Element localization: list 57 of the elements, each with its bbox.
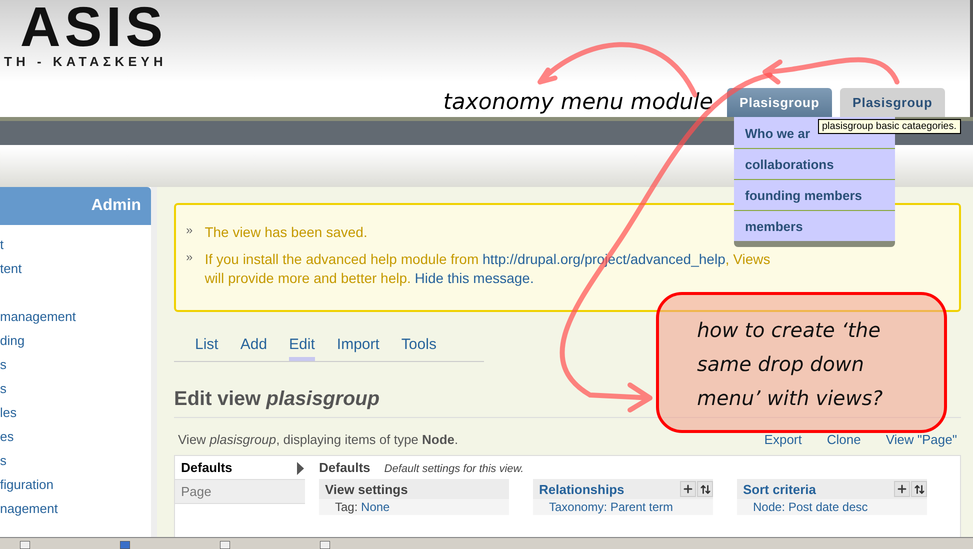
plus-icon: [896, 483, 908, 495]
action-link[interactable]: View "Page": [886, 432, 957, 447]
message-link[interactable]: Hide this message.: [414, 270, 534, 286]
up-down-arrows-icon: [914, 484, 924, 494]
sidebar-link[interactable]: management: [0, 305, 151, 329]
section-title: Relationships: [539, 482, 624, 496]
setting-link[interactable]: Taxonomy: Parent term: [549, 500, 674, 514]
sidebar-link[interactable]: es: [0, 425, 151, 449]
action-link[interactable]: Clone: [826, 432, 861, 447]
dropdown-item[interactable]: founding members: [734, 179, 895, 210]
bullet: »: [186, 223, 193, 239]
add-button[interactable]: [894, 481, 910, 497]
sidebar-link[interactable]: ding: [0, 329, 151, 353]
tab[interactable]: Import: [336, 336, 380, 361]
sidebar-link[interactable]: s: [0, 449, 151, 473]
section-title: View settings: [325, 482, 408, 496]
tab[interactable]: Add: [240, 336, 268, 361]
rearrange-button[interactable]: [911, 481, 927, 497]
tooltip: plasisgroup basic cataegories.: [818, 119, 961, 134]
action-link[interactable]: Export: [764, 432, 802, 447]
display-heading: Defaults: [319, 460, 370, 475]
view-summary: View plasisgroup, displaying items of type Node.: [178, 432, 458, 447]
display-tab[interactable]: Page: [175, 480, 305, 504]
setting-link[interactable]: Node: Post date desc: [753, 500, 868, 514]
handwritten-note: taxonomy menu module: [443, 90, 713, 115]
plus-icon: [682, 483, 694, 495]
menu-tab[interactable]: Plasisgroup: [727, 88, 832, 117]
taskbar-icon[interactable]: [320, 541, 330, 549]
add-button[interactable]: [680, 481, 696, 497]
up-down-arrows-icon: [700, 484, 710, 494]
caret-icon: [297, 462, 304, 475]
setting-label: Tag:: [335, 500, 359, 514]
tab[interactable]: List: [195, 336, 218, 361]
section-title: Sort criteria: [743, 482, 816, 496]
sidebar-link[interactable]: les: [0, 401, 151, 425]
bullet: »: [186, 250, 193, 266]
sidebar-title: Admin: [0, 187, 151, 225]
tab[interactable]: Edit: [289, 336, 315, 361]
tab[interactable]: Tools: [401, 336, 436, 361]
callout-bubble: how to create ‘the same drop down menu’ with views?: [656, 292, 947, 433]
taskbar-icon[interactable]: [20, 541, 30, 549]
rearrange-button[interactable]: [697, 481, 713, 497]
taskbar-icon[interactable]: [220, 541, 230, 549]
sidebar-link[interactable]: s: [0, 377, 151, 401]
logo-text: ASIS: [20, 0, 167, 54]
menu-tab[interactable]: Plasisgroup: [840, 88, 945, 117]
setting-link[interactable]: None: [361, 500, 390, 514]
sidebar-link[interactable]: nagement: [0, 497, 151, 521]
display-description: Default settings for this view.: [384, 463, 524, 475]
dropdown-item[interactable]: members: [734, 210, 895, 241]
message-text: The view has been saved.: [204, 223, 368, 242]
sidebar-link[interactable]: s: [0, 353, 151, 377]
sidebar-link[interactable]: tent: [0, 257, 151, 281]
logo-subtitle: ΤΗ - ΚΑΤΑΣΚΕΥΗ: [4, 54, 167, 69]
sidebar-link[interactable]: figuration: [0, 473, 151, 497]
sidebar-link[interactable]: t: [0, 233, 151, 257]
dropdown-item[interactable]: collaborations: [734, 148, 895, 179]
